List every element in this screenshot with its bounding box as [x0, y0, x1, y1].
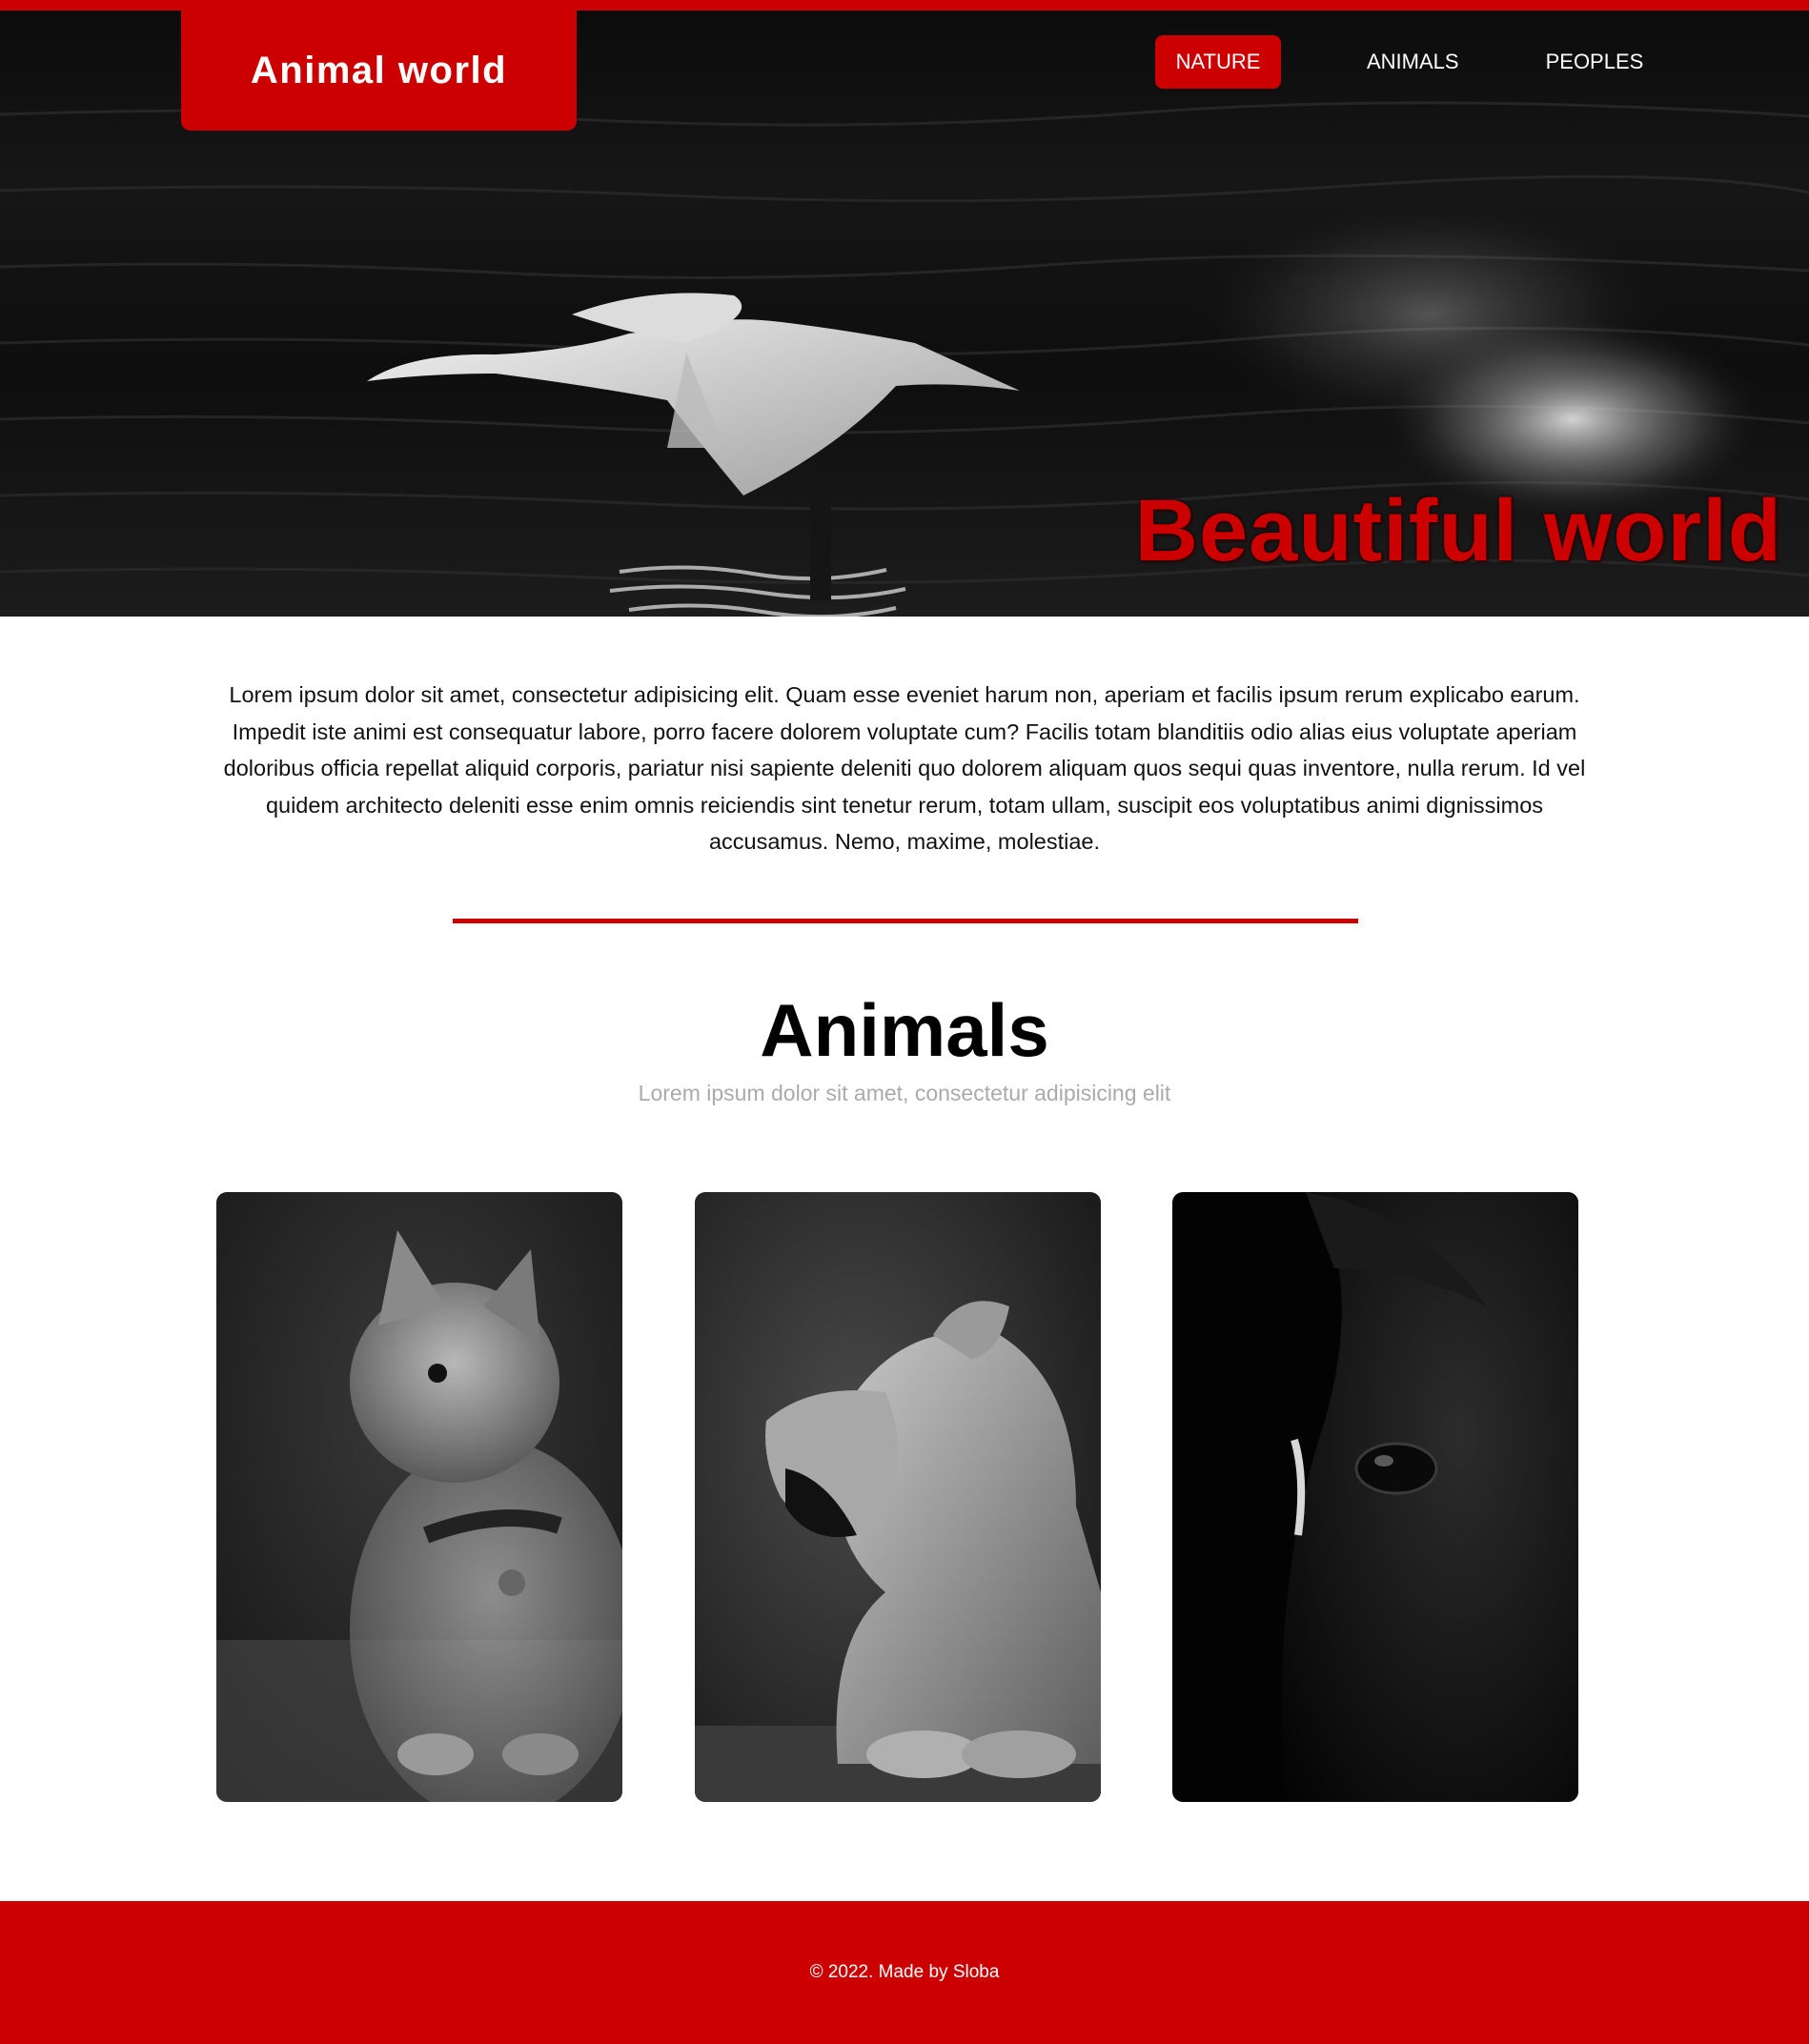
lioness-photo — [695, 1192, 1101, 1802]
animal-card-kitten[interactable] — [216, 1192, 622, 1802]
nav-animals-link[interactable]: ANIMALS — [1367, 35, 1459, 89]
section-divider — [453, 919, 1358, 923]
site-footer: © 2022. Made by Sloba — [0, 1901, 1809, 2044]
site-logo[interactable]: Animal world — [181, 0, 577, 131]
footer-copyright: © 2022. Made by Sloba — [809, 1962, 1000, 1982]
nav-nature-link[interactable]: NATURE — [1155, 35, 1281, 89]
animal-card-lioness[interactable] — [695, 1192, 1101, 1802]
kitten-photo — [216, 1192, 622, 1802]
main-nav: NATURE ANIMALS PEOPLES — [1155, 35, 1643, 89]
hero-title: Beautiful world — [1134, 482, 1782, 579]
animals-section-subtitle: Lorem ipsum dolor sit amet, consectetur … — [638, 1081, 1171, 1105]
logo-text: Animal world — [250, 50, 508, 91]
animal-card-horse[interactable] — [1172, 1192, 1578, 1802]
nav-peoples-link[interactable]: PEOPLES — [1546, 35, 1644, 89]
horse-photo — [1172, 1192, 1578, 1802]
animals-section-title: Animals — [760, 988, 1049, 1072]
intro-paragraph: Lorem ipsum dolor sit amet, consectetur … — [223, 682, 1586, 854]
